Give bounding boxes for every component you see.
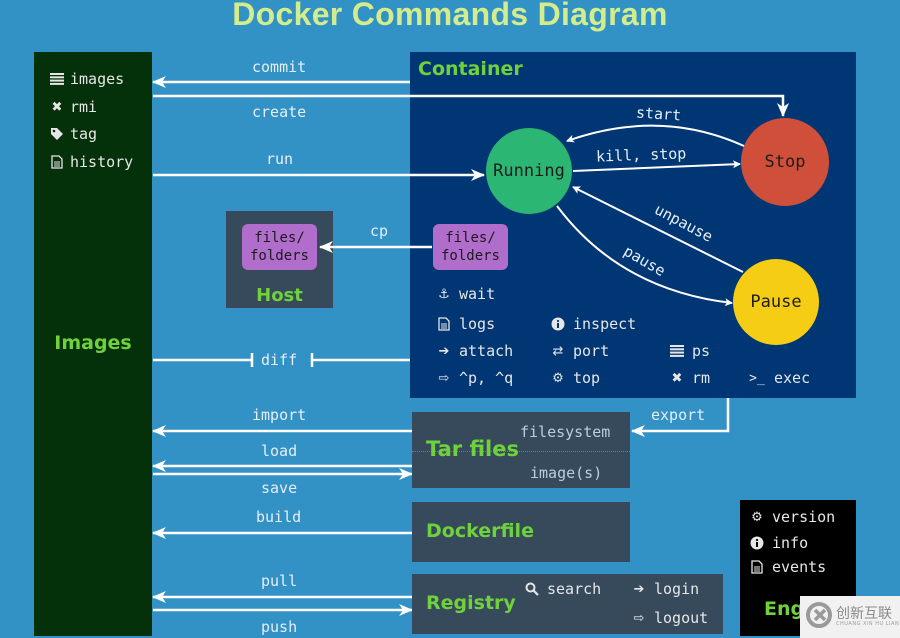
cmd-label: top [573,369,601,387]
kill-stop-label: kill, stop [595,144,687,166]
document-icon [750,560,764,574]
engine-info[interactable]: info [750,534,808,552]
push-label: push [261,618,298,636]
dockerfile-title: Dockerfile [426,520,534,542]
cmd-label: logs [459,315,496,333]
load-label: load [261,442,298,460]
sign-in-icon: ➔ [633,581,645,597]
cmd-ps[interactable]: ps [670,342,710,360]
x-icon: ✖ [671,370,683,386]
cmd-top[interactable]: ⚙ top [551,369,600,387]
engine-item-label: events [772,558,827,576]
document-icon [437,317,451,331]
list-icon [670,344,684,358]
watermark-logo-icon [806,602,832,632]
terminal-icon: >_ [749,370,765,386]
commit-label: commit [252,58,307,76]
cmd-logs[interactable]: logs [437,315,495,333]
build-label: build [256,508,302,526]
watermark-subtext: CHUANG XIN HU LIAN [836,621,900,627]
start-label: start [635,103,682,125]
engine-events[interactable]: events [750,558,826,576]
registry-item-label: login [654,580,700,598]
search-icon [525,582,539,596]
run-label: run [266,150,294,168]
create-label: create [252,103,307,121]
engine-version[interactable]: ⚙ version [750,508,835,526]
create-arrow [153,94,789,117]
tar-filesystem-label: filesystem [520,423,611,441]
cmd-detach[interactable]: ⇨ ^p, ^q [437,369,514,387]
cmd-label: inspect [573,315,637,333]
cp-label: cp [370,222,389,240]
diff-label: diff [261,351,298,369]
cmd-label: ^p, ^q [459,369,514,387]
start-arrow [566,124,745,147]
engine-item-label: info [772,534,809,552]
engine-item-label: version [772,508,836,526]
cmd-exec[interactable]: >_ exec [748,369,810,387]
cmd-label: wait [459,285,496,303]
registry-logout[interactable]: ⇨ logout [632,609,709,627]
gears-icon: ⚙ [552,370,564,386]
registry-title: Registry [426,592,516,614]
export-label: export [651,406,706,424]
cmd-label: exec [774,369,811,387]
cmd-wait[interactable]: ⚓ wait [437,285,495,303]
cmd-label: rm [692,369,711,387]
sign-out-icon: ⇨ [633,610,645,626]
tar-images-label: image(s) [530,464,603,482]
cmd-label: attach [459,342,514,360]
info-icon [551,317,565,331]
pull-label: pull [261,572,298,590]
watermark-text: 创新互联 [836,606,892,622]
cmd-attach[interactable]: ➔ attach [437,342,514,360]
registry-search[interactable]: search [525,580,601,598]
registry-item-label: search [547,580,602,598]
info-icon [750,536,764,550]
gear-icon: ⚙ [751,509,763,525]
save-label: save [261,479,298,497]
registry-login[interactable]: ➔ login [632,580,700,598]
tar-files-title: Tar files [426,437,519,461]
registry-item-label: logout [654,609,709,627]
exchange-icon: ⇄ [552,343,564,359]
watermark: 创新互联 CHUANG XIN HU LIAN [800,596,900,638]
cmd-inspect[interactable]: inspect [551,315,636,333]
sign-out-icon: ⇨ [438,370,450,386]
sign-in-icon: ➔ [438,343,450,359]
cmd-port[interactable]: ⇄ port [551,342,610,360]
cmd-label: port [573,342,610,360]
engine-title: Eng [764,598,805,620]
import-label: import [252,406,307,424]
cmd-rm[interactable]: ✖ rm [670,369,711,387]
anchor-icon: ⚓ [438,286,450,302]
cmd-label: ps [692,342,711,360]
